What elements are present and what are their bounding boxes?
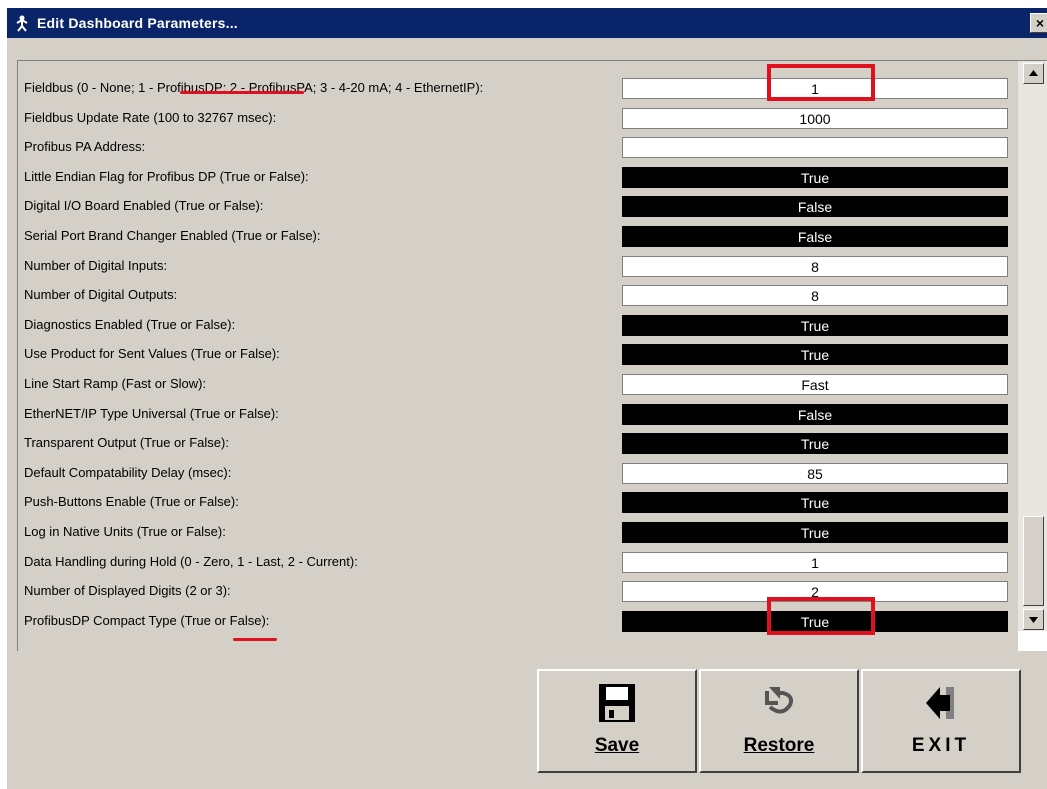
- dialog-window: Edit Dashboard Parameters... × Fieldbus …: [7, 8, 1047, 789]
- parameters-panel: Fieldbus (0 - None; 1 - ProfibusDP; 2 - …: [17, 60, 1047, 651]
- parameter-label: Push-Buttons Enable (True or False):: [24, 494, 239, 510]
- parameter-label: Default Compatability Delay (msec):: [24, 464, 232, 480]
- parameter-value-field[interactable]: False: [622, 403, 1008, 425]
- arrow-up-icon: [1029, 70, 1038, 76]
- exit-arrow-icon: [926, 687, 954, 719]
- title-bar[interactable]: Edit Dashboard Parameters... ×: [7, 8, 1047, 38]
- parameter-row: Log in Native Units (True or False): True: [18, 517, 1018, 547]
- vertical-scrollbar[interactable]: [1018, 61, 1047, 631]
- parameter-row: Fieldbus Update Rate (100 to 32767 msec)…: [18, 103, 1018, 133]
- parameters-grid: Fieldbus (0 - None; 1 - ProfibusDP; 2 - …: [18, 61, 1018, 651]
- scroll-down-button[interactable]: [1023, 609, 1044, 630]
- parameter-value-field[interactable]: True: [622, 492, 1008, 514]
- parameter-row: Number of Digital Outputs: 8: [18, 280, 1018, 310]
- parameter-value-field[interactable]: False: [622, 196, 1008, 218]
- parameter-value-field[interactable]: True: [622, 344, 1008, 366]
- floppy-disk-icon: [599, 684, 635, 722]
- parameter-value-field[interactable]: True: [622, 314, 1008, 336]
- parameter-value-field[interactable]: [622, 137, 1008, 159]
- parameter-row: Default Compatability Delay (msec): 85: [18, 458, 1018, 488]
- parameter-row: Data Handling during Hold (0 - Zero, 1 -…: [18, 547, 1018, 577]
- parameter-value-field[interactable]: True: [622, 166, 1008, 188]
- parameter-value-field[interactable]: 1: [622, 551, 1008, 573]
- parameter-row: Little Endian Flag for Profibus DP (True…: [18, 162, 1018, 192]
- parameter-value-field[interactable]: 1000: [622, 107, 1008, 129]
- parameter-label: EtherNET/IP Type Universal (True or Fals…: [24, 405, 279, 421]
- parameter-label: Number of Digital Inputs:: [24, 257, 168, 273]
- parameter-value-field[interactable]: 85: [622, 462, 1008, 484]
- save-button-label: Save: [594, 735, 640, 756]
- parameter-label: Line Start Ramp (Fast or Slow):: [24, 376, 207, 391]
- close-button[interactable]: ×: [1030, 13, 1047, 33]
- parameter-label: Little Endian Flag for Profibus DP (True…: [24, 168, 309, 184]
- underline-true: [233, 638, 277, 641]
- restore-button-label: Restore: [743, 735, 815, 756]
- parameter-label: Diagnostics Enabled (True or False):: [24, 316, 236, 332]
- parameter-label: Data Handling during Hold (0 - Zero, 1 -…: [24, 553, 358, 569]
- parameter-value-field[interactable]: 8: [622, 255, 1008, 277]
- undo-arrow-icon: [765, 687, 794, 714]
- parameter-label: Digital I/O Board Enabled (True or False…: [24, 198, 264, 214]
- parameter-row: Use Product for Sent Values (True or Fal…: [18, 339, 1018, 369]
- parameter-row: Diagnostics Enabled (True or False): True: [18, 310, 1018, 340]
- parameter-label: Number of Displayed Digits (2 or 3):: [24, 583, 231, 599]
- parameter-row: Push-Buttons Enable (True or False): True: [18, 487, 1018, 517]
- parameter-value-field[interactable]: True: [622, 522, 1008, 543]
- restore-button[interactable]: Restore: [699, 669, 859, 773]
- parameter-value-field[interactable]: False: [622, 226, 1008, 247]
- highlight-box-compact-type-value: [767, 597, 875, 635]
- scroll-thumb[interactable]: [1023, 516, 1044, 606]
- arrow-down-icon: [1029, 617, 1038, 623]
- window-title: Edit Dashboard Parameters...: [37, 15, 238, 31]
- parameter-label: Serial Port Brand Changer Enabled (True …: [24, 228, 321, 243]
- parameter-row: Transparent Output (True or False): True: [18, 428, 1018, 458]
- parameter-row: Digital I/O Board Enabled (True or False…: [18, 191, 1018, 221]
- exit-button-label: EXIT: [911, 735, 971, 756]
- parameter-value-field[interactable]: 8: [622, 285, 1008, 307]
- parameter-row: Line Start Ramp (Fast or Slow): Fast: [18, 369, 1018, 399]
- parameter-row: Profibus PA Address:: [18, 132, 1018, 162]
- parameter-row: Number of Digital Inputs: 8: [18, 251, 1018, 281]
- parameter-label: Use Product for Sent Values (True or Fal…: [24, 346, 280, 362]
- parameter-label: Fieldbus (0 - None; 1 - ProfibusDP; 2 - …: [24, 80, 484, 95]
- parameter-label: Fieldbus Update Rate (100 to 32767 msec)…: [24, 109, 277, 125]
- underline-profibusdp: [180, 91, 304, 94]
- highlight-box-fieldbus-value: [767, 64, 875, 101]
- parameter-value-field[interactable]: Fast: [622, 374, 1008, 395]
- parameter-row: Serial Port Brand Changer Enabled (True …: [18, 221, 1018, 251]
- save-button[interactable]: Save: [537, 669, 697, 773]
- parameter-label: Profibus PA Address:: [24, 139, 146, 155]
- app-icon: [16, 15, 28, 32]
- scroll-up-button[interactable]: [1023, 63, 1044, 84]
- parameter-value-field[interactable]: True: [622, 433, 1008, 455]
- parameter-row: EtherNET/IP Type Universal (True or Fals…: [18, 399, 1018, 429]
- parameter-label: Log in Native Units (True or False):: [24, 524, 226, 539]
- exit-button[interactable]: EXIT: [861, 669, 1021, 773]
- parameter-label: Number of Digital Outputs:: [24, 287, 178, 303]
- parameter-label: Transparent Output (True or False):: [24, 435, 229, 451]
- parameter-label: ProfibusDP Compact Type (True or False):: [24, 612, 270, 628]
